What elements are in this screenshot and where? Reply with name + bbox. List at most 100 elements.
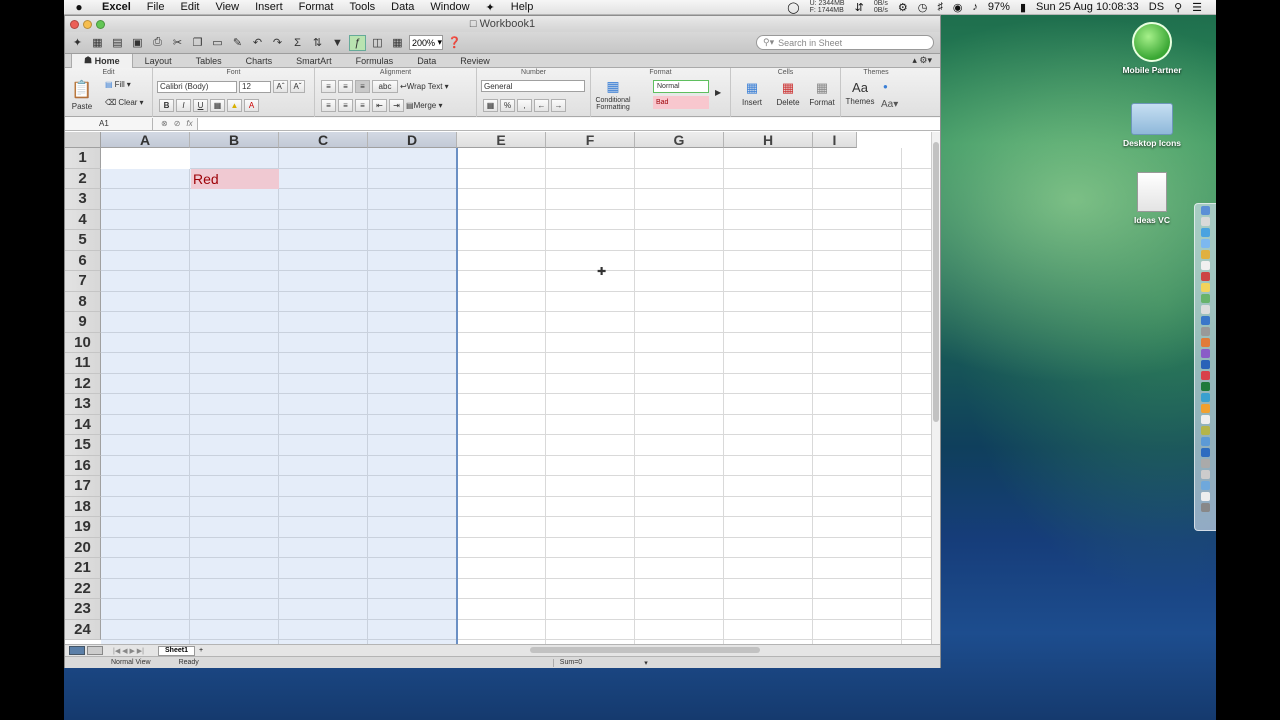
select-all-corner[interactable] [65,132,101,148]
insert-cells-button[interactable]: ▦ Insert [735,80,769,107]
dock-app-icon[interactable] [1201,261,1210,270]
save-icon[interactable]: ▣ [129,35,146,51]
dock-app-icon[interactable] [1201,481,1210,490]
row-header[interactable]: 20 [65,537,101,558]
row-header[interactable]: 8 [65,291,101,312]
decrease-indent-icon[interactable]: ⇤ [372,99,387,112]
menu-edit[interactable]: Edit [172,1,207,13]
theme-colors-icon[interactable]: ● [883,82,888,91]
vertical-scrollbar[interactable] [931,132,940,644]
align-center-icon[interactable]: ≡ [338,99,353,112]
paste-button[interactable]: 📋 Paste [71,80,93,111]
menu-file[interactable]: File [139,1,173,13]
tab-tables[interactable]: Tables [184,54,234,68]
row-header[interactable]: 14 [65,414,101,435]
tab-home[interactable]: ☗ Home [71,53,133,68]
column-header[interactable]: C [279,132,368,148]
column-header[interactable]: F [546,132,635,148]
percent-button[interactable]: % [500,99,515,112]
print-icon[interactable]: ⎙ [149,35,166,51]
currency-icon[interactable]: ▦ [483,99,498,112]
dock-app-icon[interactable] [1201,217,1210,226]
dock-app-icon[interactable] [1201,283,1210,292]
menu-view[interactable]: View [207,1,247,13]
row-header[interactable]: 22 [65,578,101,599]
decrease-decimal-icon[interactable]: → [551,99,566,112]
battery-percent[interactable]: 97% [988,1,1010,13]
sort-icon[interactable]: ⇅ [309,35,326,51]
zoom-select[interactable]: 200% ▾ [409,35,443,50]
menu-data[interactable]: Data [383,1,422,13]
formula-builder-icon[interactable]: ƒ [349,34,366,51]
ribbon-collapse-icon[interactable]: ▴ ⚙▾ [912,55,940,66]
dock-app-icon[interactable] [1201,360,1210,369]
vertical-scroll-thumb[interactable] [933,142,939,422]
column-header[interactable]: E [457,132,546,148]
align-left-icon[interactable]: ≡ [321,99,336,112]
cut-icon[interactable]: ✂ [169,35,186,51]
clear-button[interactable]: ⌫ Clear ▾ [105,98,143,107]
dock-app-icon[interactable] [1201,338,1210,347]
user-menu[interactable]: DS [1149,1,1164,13]
spreadsheet-grid[interactable]: Red ✚ ABCDEFGHI 1 2 3 4 5 6 7 8 9 10 11 12 13 14 15 16 1… [65,132,933,644]
gear-icon[interactable]: ⚙ [898,1,908,14]
dock-app-icon[interactable] [1201,470,1210,479]
dock-app-icon[interactable] [1201,206,1210,215]
align-top-icon[interactable]: ≡ [321,80,336,93]
chat-icon[interactable]: ◯ [787,1,799,14]
comma-button[interactable]: , [517,99,532,112]
row-header[interactable]: 1 [65,148,101,169]
delete-cells-button[interactable]: ▦ Delete [771,80,805,107]
font-color-icon[interactable]: A [244,99,259,112]
menu-script-icon[interactable]: ✦ [478,1,503,14]
dock-app-icon[interactable] [1201,228,1210,237]
undo-icon[interactable]: ↶ [249,35,266,51]
row-header[interactable]: 12 [65,373,101,394]
dock-app-icon[interactable] [1201,459,1210,468]
dock-app-icon[interactable] [1201,239,1210,248]
tab-data[interactable]: Data [405,54,448,68]
align-bottom-icon[interactable]: ≡ [355,80,370,93]
row-header[interactable]: 7 [65,271,101,292]
menu-tools[interactable]: Tools [341,1,383,13]
paste-icon[interactable]: ▭ [209,35,226,51]
row-header[interactable]: 17 [65,476,101,497]
font-size-select[interactable]: 12 [239,80,271,93]
dock-app-icon[interactable] [1201,382,1210,391]
align-middle-icon[interactable]: ≡ [338,80,353,93]
menu-help[interactable]: Help [503,1,542,13]
clock[interactable]: Sun 25 Aug 10:08:33 [1036,1,1139,13]
volume-icon[interactable]: ♪ [972,1,978,13]
help-icon[interactable]: ❓ [446,35,463,51]
tab-layout[interactable]: Layout [133,54,184,68]
column-header[interactable]: D [368,132,457,148]
normal-view-icon[interactable] [69,646,85,655]
row-header[interactable]: 21 [65,558,101,579]
menu-format[interactable]: Format [291,1,342,13]
cell-b2[interactable]: Red [191,169,279,189]
open-icon[interactable]: ▤ [109,35,126,51]
dock-app-icon[interactable] [1201,404,1210,413]
cancel-icon[interactable]: ⊗ [161,119,168,128]
page-layout-view-icon[interactable] [87,646,103,655]
increase-indent-icon[interactable]: ⇥ [389,99,404,112]
fill-button[interactable]: ▤ Fill ▾ [105,80,131,89]
row-header[interactable]: 15 [65,435,101,456]
row-header[interactable]: 13 [65,394,101,415]
trash-icon[interactable] [1201,503,1210,512]
horizontal-scroll-thumb[interactable] [530,647,760,653]
orientation-button[interactable]: abc [372,80,398,93]
wrap-text-button[interactable]: ↩Wrap Text ▾ [400,82,449,91]
row-header[interactable]: 2 [65,168,101,189]
row-header[interactable]: 23 [65,599,101,620]
add-sheet-icon[interactable]: + [199,647,203,654]
tab-smartart[interactable]: SmartArt [284,54,344,68]
dock-app-icon[interactable] [1201,415,1210,424]
dock-app-icon[interactable] [1201,272,1210,281]
gallery-icon[interactable]: ▦ [389,35,406,51]
merge-button[interactable]: ▤Merge ▾ [406,101,443,110]
filter-icon[interactable]: ▼ [329,35,346,51]
align-right-icon[interactable]: ≡ [355,99,370,112]
format-cells-button[interactable]: ▦ Format [805,80,839,107]
new-from-template-icon[interactable]: ✦ [69,35,86,51]
